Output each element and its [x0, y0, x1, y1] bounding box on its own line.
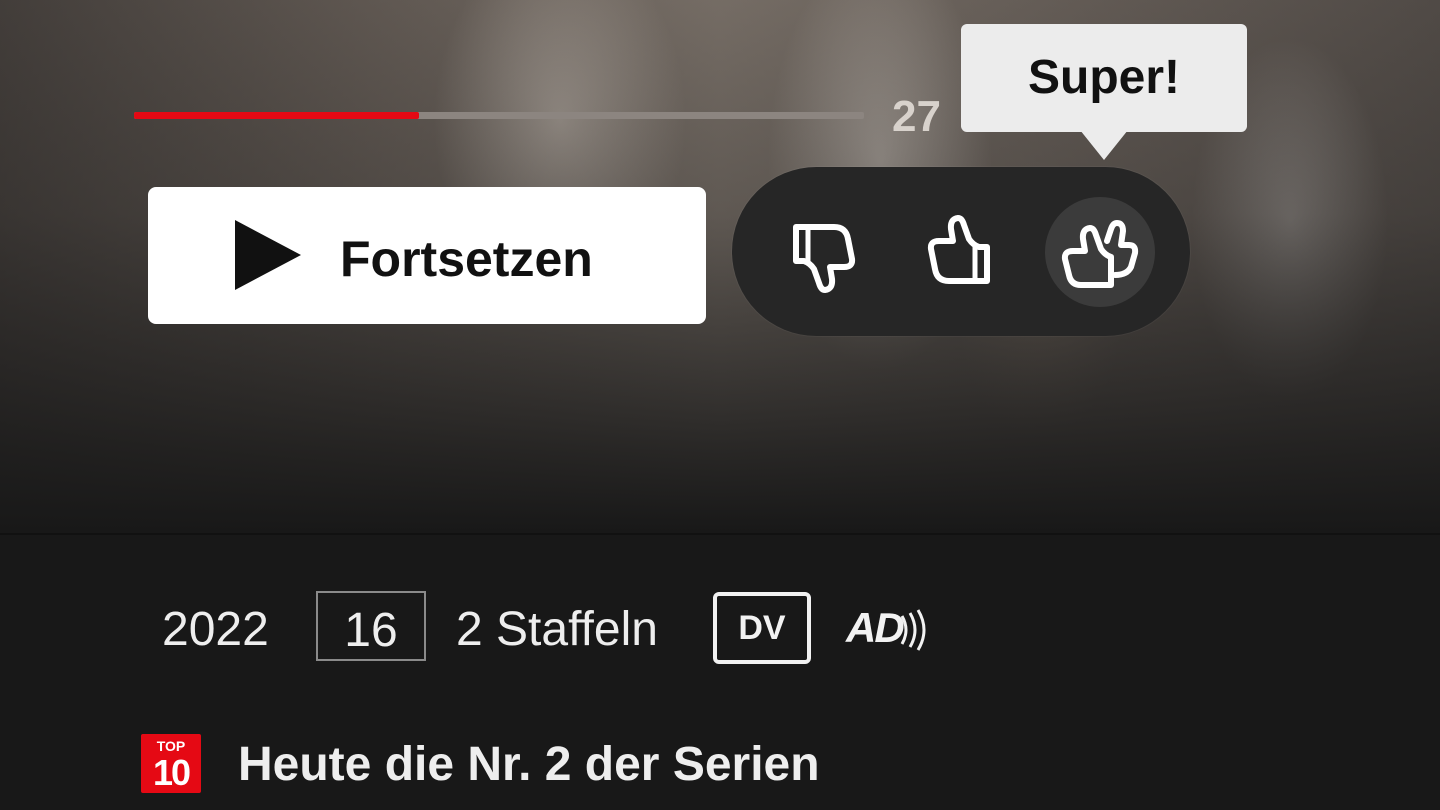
season-count: 2 Staffeln [456, 603, 658, 656]
rating-panel [732, 167, 1190, 336]
rating-tooltip: Super! [961, 24, 1247, 132]
tooltip-text: Super! [1027, 51, 1180, 104]
top10-badge-number: 10 [152, 752, 191, 793]
thumbs-down-button[interactable] [768, 197, 878, 307]
resume-label: Fortsetzen [340, 231, 593, 287]
play-icon [235, 220, 301, 290]
progress-bar [134, 112, 864, 119]
dolby-vision-badge: DV [713, 592, 811, 664]
remaining-time: 27 [892, 92, 941, 141]
release-year: 2022 [162, 603, 269, 656]
thumbs-down-icon [793, 224, 856, 293]
audio-waves-icon [900, 609, 926, 651]
section-divider [0, 533, 1440, 535]
thumbs-up-icon [927, 215, 990, 284]
top10-ranking-text: Heute die Nr. 2 der Serien [238, 738, 820, 791]
age-rating-badge: 16 [316, 591, 426, 661]
dv-badge-text: DV [738, 609, 786, 647]
thumbs-up-button[interactable] [905, 197, 1015, 307]
double-thumbs-up-icon [1061, 220, 1139, 288]
age-rating-text: 16 [344, 604, 398, 657]
progress-fill [134, 112, 419, 119]
double-thumbs-up-button[interactable] [1045, 197, 1155, 307]
top10-badge: TOP 10 [141, 734, 201, 793]
tooltip-arrow [1080, 130, 1128, 160]
